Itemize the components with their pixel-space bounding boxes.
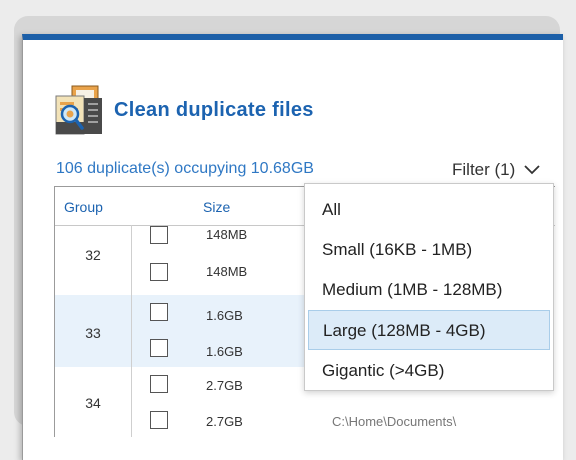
page-title: Clean duplicate files — [114, 99, 314, 121]
group-id-32: 32 — [85, 247, 101, 263]
duplicate-file-magnifier-icon — [55, 85, 102, 135]
row-size: 148MB — [206, 227, 248, 242]
column-header-size[interactable]: Size — [203, 199, 230, 215]
row-size: 148MB — [206, 264, 248, 279]
filter-dropdown: All Small (16KB - 1MB) Medium (1MB - 128… — [304, 183, 554, 391]
duplicate-summary: 106 duplicate(s) occupying 10.68GB — [56, 160, 314, 177]
filter-option-gigantic[interactable]: Gigantic (>4GB) — [305, 351, 553, 391]
row-path: C:\Home\Documents\ — [332, 414, 457, 429]
row-checkbox[interactable] — [150, 303, 168, 321]
row-size: 2.7GB — [206, 414, 243, 429]
filter-option-large[interactable]: Large (128MB - 4GB) — [308, 310, 550, 350]
row-checkbox[interactable] — [150, 375, 168, 393]
table-row[interactable]: 2.7GB C:\Home\Documents\ — [132, 403, 552, 437]
filter-option-all[interactable]: All — [305, 190, 553, 230]
filter-option-small[interactable]: Small (16KB - 1MB) — [305, 230, 553, 270]
row-checkbox[interactable] — [150, 411, 168, 429]
filter-button[interactable]: Filter (1) — [452, 160, 541, 180]
row-checkbox[interactable] — [150, 339, 168, 357]
group-id-33: 33 — [85, 325, 101, 341]
column-header-group[interactable]: Group — [64, 199, 103, 215]
row-size: 2.7GB — [206, 378, 243, 393]
filter-label: Filter (1) — [452, 160, 516, 179]
row-checkbox[interactable] — [150, 226, 168, 244]
group-column-divider — [131, 225, 132, 437]
row-checkbox[interactable] — [150, 263, 168, 281]
row-size: 1.6GB — [206, 308, 243, 323]
filter-option-medium[interactable]: Medium (1MB - 128MB) — [305, 270, 553, 310]
group-id-34: 34 — [85, 395, 101, 411]
chevron-down-icon — [524, 165, 540, 175]
row-size: 1.6GB — [206, 344, 243, 359]
